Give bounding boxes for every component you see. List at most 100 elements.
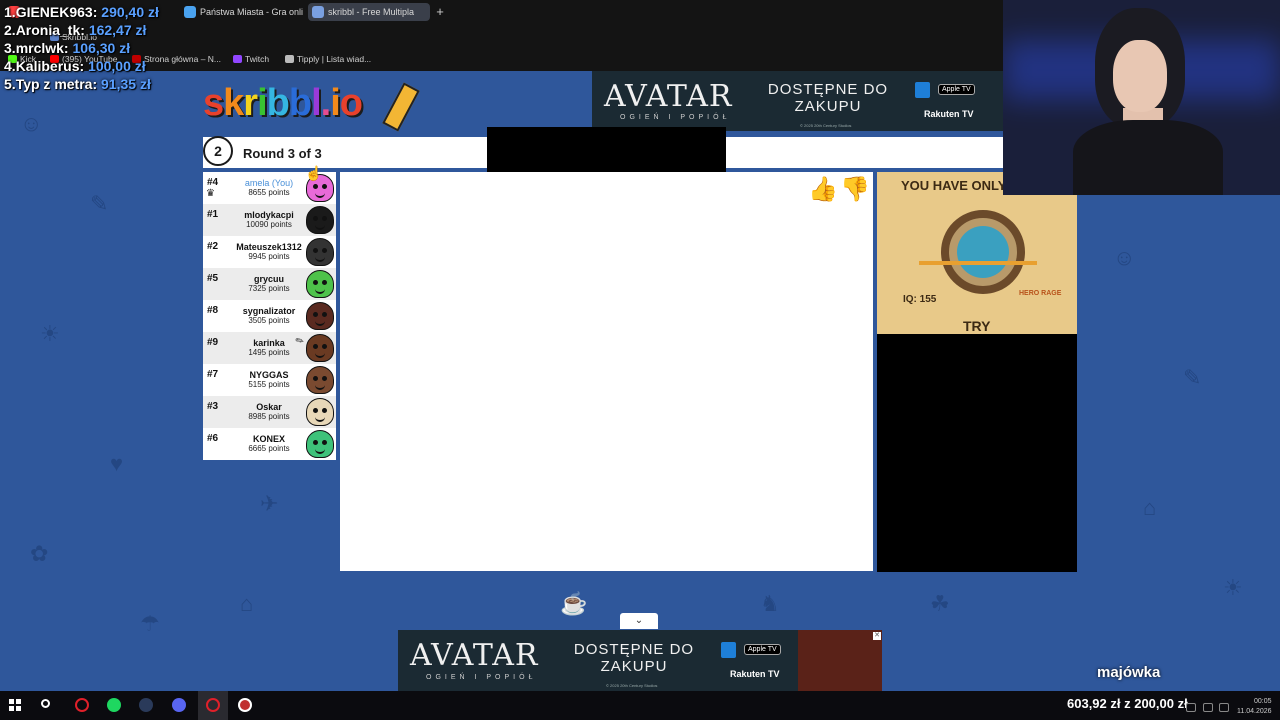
donor-amount: 91,35 zł: [101, 76, 151, 92]
donor-entry: 2.Aronia_tk: 162,47 zł: [4, 22, 146, 38]
avatar-ad-top[interactable]: AVATAR OGIEŃ I POPIÓŁ DOSTĘPNE DO ZAKUPU…: [592, 71, 1003, 131]
apple-tv-badge: Apple TV: [744, 644, 781, 655]
logo-letter: l: [311, 82, 322, 124]
tab-label: Państwa Miasta - Gra onli: [200, 7, 304, 17]
thumbs-down-icon[interactable]: 👎: [840, 176, 870, 204]
bookmark-twitch[interactable]: Twitch: [233, 53, 269, 65]
ad-text-line1: DOSTĘPNE DO: [767, 81, 889, 98]
search-icon[interactable]: [41, 699, 50, 708]
player-points: 8655 points: [248, 188, 290, 197]
player-row[interactable]: #7 NYGGAS 5155 points: [203, 364, 336, 396]
discord-icon[interactable]: [172, 698, 186, 712]
game-ad-title: YOU HAVE ONLY 1: [901, 178, 1018, 193]
chat-panel[interactable]: [877, 334, 1077, 572]
clock-date: 11.04.2026: [1237, 708, 1272, 715]
drawing-canvas[interactable]: [340, 172, 873, 571]
tab-panstwa-miasta[interactable]: Państwa Miasta - Gra onli: [180, 3, 304, 21]
player-rank: #3: [207, 401, 219, 412]
donor-name: GIENEK963:: [15, 4, 98, 20]
player-rank: #4: [207, 177, 219, 188]
prime-video-icon: [915, 82, 930, 98]
bookmark-tipply[interactable]: Tipply | Lista wiad...: [285, 53, 371, 65]
game-ad-try-button[interactable]: TRY: [963, 318, 990, 334]
player-row[interactable]: #1 mlodykacpi 10090 points: [203, 204, 336, 236]
player-rank: #7: [207, 369, 219, 380]
chevron-down-icon[interactable]: ⌄: [620, 613, 658, 629]
player-rank: #6: [207, 433, 219, 444]
game-ad-brand: HERO RAGE: [1019, 290, 1062, 297]
pointer-hand-icon: ☝: [305, 165, 323, 181]
donor-rank: 1.: [4, 4, 16, 20]
system-clock[interactable]: 00:05 11.04.2026: [1237, 697, 1272, 717]
player-points: 5155 points: [248, 380, 290, 389]
player-points: 9945 points: [248, 252, 290, 261]
timer-clock-icon: 2: [203, 136, 233, 166]
donor-rank: 5.: [4, 76, 16, 92]
player-avatar: [306, 302, 334, 330]
twitch-icon: [233, 55, 242, 63]
donor-entry: 1.GIENEK963: 290,40 zł: [4, 4, 159, 20]
donation-goal: 603,92 zł z 200,00 zł: [1067, 696, 1188, 711]
ad-text-line2: ZAKUPU: [794, 98, 862, 115]
donor-rank: 3.: [4, 40, 16, 56]
tray-icon-1[interactable]: [1186, 703, 1196, 712]
donor-name: mrclwk:: [15, 40, 69, 56]
logo-letter: r: [243, 82, 258, 124]
player-rank: #9: [207, 337, 219, 348]
player-rank: #1: [207, 209, 219, 220]
player-avatar: [306, 366, 334, 394]
rakuten-logo: Rakuten TV: [730, 669, 780, 679]
player-name: amela (You): [244, 178, 294, 188]
player-row[interactable]: #9 karinka 1495 points: [203, 332, 336, 364]
donor-name: Typ z metra:: [15, 76, 98, 92]
network-icon[interactable]: [1203, 703, 1213, 712]
avatar-ad-bottom[interactable]: AVATAR OGIEŃ I POPIÓŁ DOSTĘPNE DO ZAKUPU…: [398, 630, 882, 691]
player-row[interactable]: #5 grycuu 7325 points: [203, 268, 336, 300]
player-points: 6665 points: [248, 444, 290, 453]
donor-amount: 162,47 zł: [88, 22, 147, 38]
donor-amount: 106,30 zł: [72, 40, 131, 56]
taskbar-active-app[interactable]: [198, 691, 228, 720]
player-name: Oskar: [256, 402, 282, 412]
steam-icon[interactable]: [139, 698, 153, 712]
player-points: 10090 points: [246, 220, 292, 229]
skribbl-logo[interactable]: skribbl.io: [203, 82, 363, 125]
player-name: NYGGAS: [249, 370, 289, 380]
thumbs-up-icon[interactable]: 👍: [808, 176, 838, 204]
volume-icon[interactable]: [1219, 703, 1229, 712]
rakuten-logo: Rakuten TV: [924, 109, 974, 119]
bookmark-label: Strona główna – N...: [144, 54, 222, 64]
player-row[interactable]: #3 Oskar 8985 points: [203, 396, 336, 428]
player-row[interactable]: #8 sygnalizator 3505 points: [203, 300, 336, 332]
game-ad-banner[interactable]: YOU HAVE ONLY 1 IQ: 155 HERO RAGE TRY: [877, 172, 1077, 334]
windows-start-icon[interactable]: [9, 699, 21, 711]
player-points: 8985 points: [248, 412, 290, 421]
bookmark-label: Twitch: [245, 54, 270, 64]
close-icon[interactable]: ✕: [873, 632, 881, 640]
player-name: grycuu: [253, 274, 284, 284]
player-avatar: [306, 238, 334, 266]
donor-rank: 4.: [4, 58, 16, 74]
player-avatar: [306, 334, 334, 362]
player-points: 1495 points: [248, 348, 290, 357]
tipply-icon: [285, 55, 294, 63]
opera-gx-icon: [206, 698, 220, 712]
player-points: 7325 points: [248, 284, 290, 293]
player-row[interactable]: #2 Mateuszek1312 9945 points: [203, 236, 336, 268]
ad-title: AVATAR: [604, 79, 733, 114]
tab-label: skribbl - Free Multipla: [328, 7, 415, 17]
player-row[interactable]: #6 KONEX 6665 points: [203, 428, 336, 460]
ad-bar-graphic: [919, 261, 1037, 265]
spotify-icon[interactable]: [107, 698, 121, 712]
player-avatar: [306, 206, 334, 234]
round-label: Round 3 of 3: [243, 146, 322, 161]
apple-tv-badge: Apple TV: [938, 84, 975, 95]
player-name: mlodykacpi: [244, 210, 294, 220]
tab-skribbl[interactable]: skribbl - Free Multipla: [308, 3, 430, 21]
stream-label: majówka: [1097, 664, 1161, 681]
player-rank: #2: [207, 241, 219, 252]
donor-name: Kaliberus:: [15, 58, 85, 74]
obs-icon[interactable]: [238, 698, 252, 712]
new-tab-button[interactable]: +: [432, 3, 448, 21]
opera-icon[interactable]: [75, 698, 89, 712]
